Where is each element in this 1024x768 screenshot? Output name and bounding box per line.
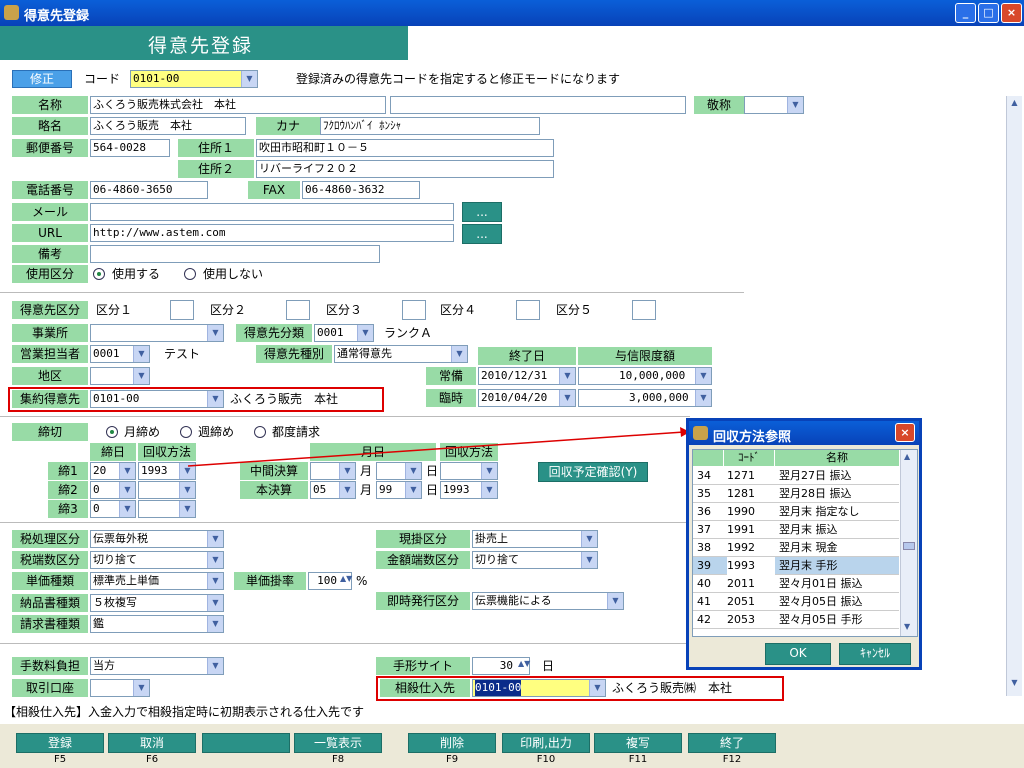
cell-no: 35 [697,487,711,500]
cell-name: 翌々月05日 振込 [779,595,863,608]
cell-code: 2053 [727,613,755,626]
cell-name: 翌月末 振込 [779,523,838,536]
collection-method-dialog: 回収方法参照 × ｺｰﾄﾞ 名称 34 1271 翌月27日 振込 35 1281 翌月2… [686,418,922,670]
cell-name: 翌月末 現金 [779,541,838,554]
cell-no: 37 [697,523,711,536]
dialog-title: 回収方法参照 [713,430,792,445]
app-icon [693,426,708,440]
list-item[interactable]: 38 1992 翌月末 現金 [693,539,899,557]
list-item[interactable]: 41 2051 翌々月05日 振込 [693,593,899,611]
cell-no: 41 [697,595,711,608]
list-item[interactable]: 35 1281 翌月28日 振込 [693,485,899,503]
cell-code: 1992 [727,541,755,554]
dialog-cancel-button[interactable]: ｷｬﾝｾﾙ [839,643,911,665]
dialog-grid: ｺｰﾄﾞ 名称 34 1271 翌月27日 振込 35 1281 翌月28日 振込 36 19… [692,449,918,637]
cell-no: 39 [697,559,711,572]
ok-button[interactable]: OK [765,643,831,665]
cell-name: 翌月末 手形 [779,559,838,572]
scroll-up-icon[interactable]: ▲ [904,452,910,461]
scroll-thumb[interactable] [903,542,915,550]
cell-code: 2051 [727,595,755,608]
cell-no: 36 [697,505,711,518]
cell-code: 1990 [727,505,755,518]
column-header-name: 名称 [775,450,899,466]
list-item[interactable]: 39 1993 翌月末 手形 [693,557,899,575]
cell-no: 42 [697,613,711,626]
cell-code: 2011 [727,577,755,590]
column-header-code: ｺｰﾄﾞ [724,450,774,466]
list-item[interactable]: 34 1271 翌月27日 振込 [693,467,899,485]
cell-name: 翌月末 指定なし [779,505,860,518]
list-item[interactable]: 42 2053 翌々月05日 手形 [693,611,899,629]
cell-name: 翌々月05日 手形 [779,613,863,626]
cell-code: 1991 [727,523,755,536]
scroll-down-icon[interactable]: ▼ [904,622,910,631]
dialog-scrollbar[interactable]: ▲ ▼ [900,450,917,636]
cell-no: 38 [697,541,711,554]
cell-code: 1271 [727,469,755,482]
cell-name: 翌月27日 振込 [779,469,852,482]
dialog-close-button[interactable]: × [895,423,915,442]
cell-no: 40 [697,577,711,590]
list-item[interactable]: 36 1990 翌月末 指定なし [693,503,899,521]
dialog-rows: 34 1271 翌月27日 振込 35 1281 翌月28日 振込 36 1990 翌月末 指定… [693,467,899,637]
list-item[interactable]: 37 1991 翌月末 振込 [693,521,899,539]
dialog-titlebar: 回収方法参照 × [689,421,919,445]
cell-name: 翌々月01日 振込 [779,577,863,590]
cell-name: 翌月28日 振込 [779,487,852,500]
list-item[interactable]: 40 2011 翌々月01日 振込 [693,575,899,593]
cell-no: 34 [697,469,711,482]
cell-code: 1281 [727,487,755,500]
cell-code: 1993 [727,557,775,575]
